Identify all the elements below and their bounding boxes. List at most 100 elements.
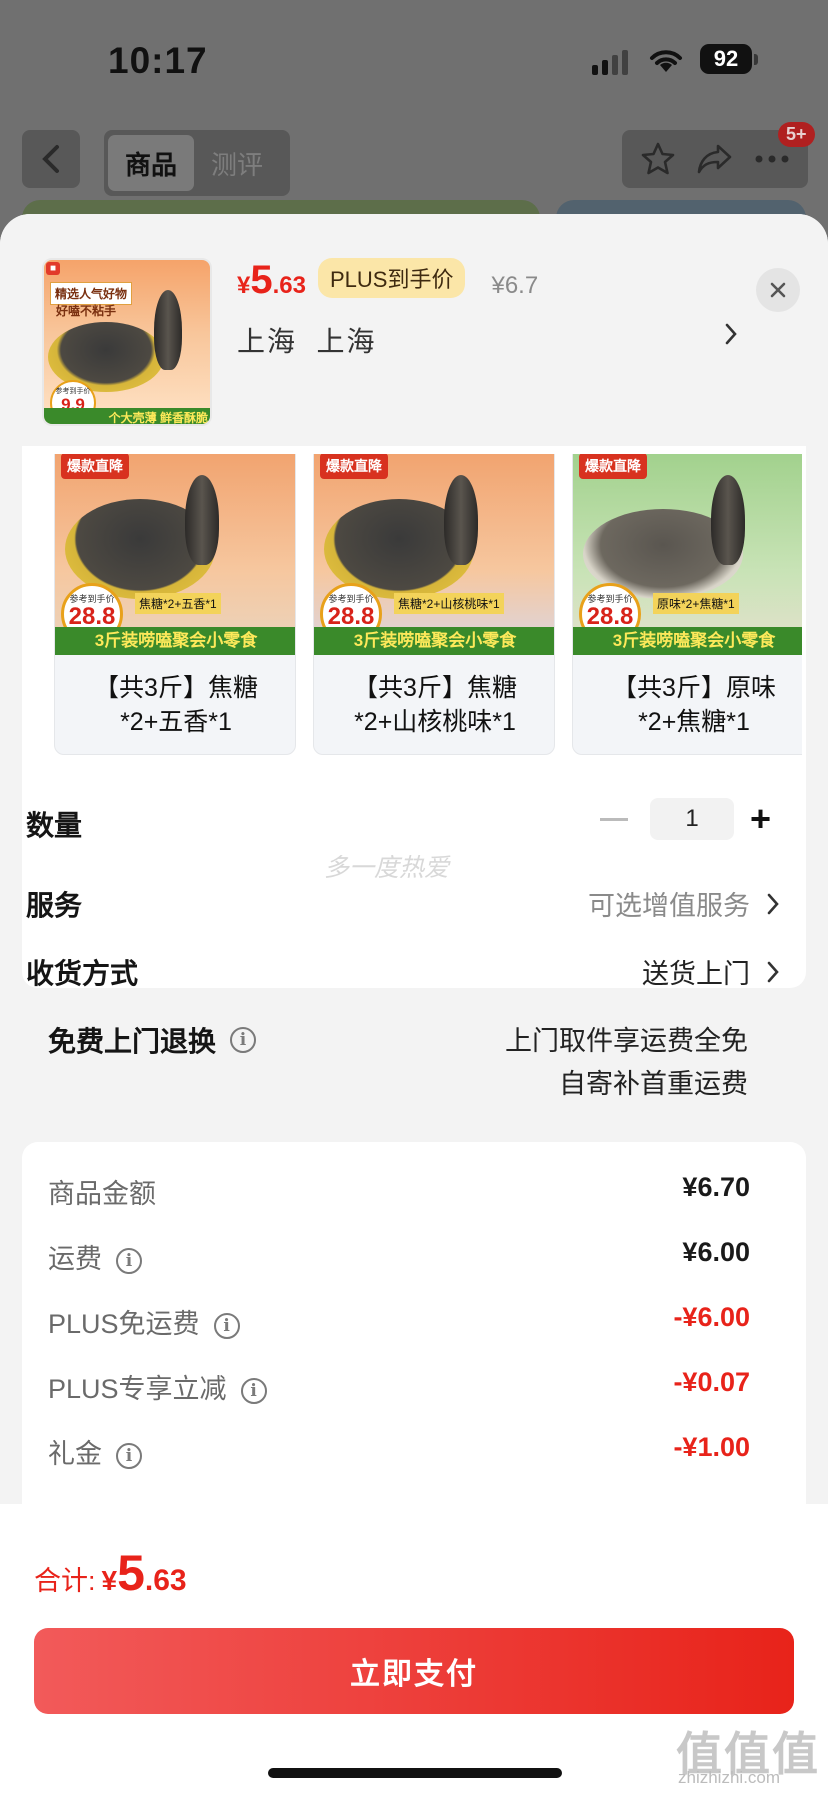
fee-row-value: ¥6.70 <box>682 1172 750 1202</box>
fee-label-text: 运费 <box>48 1244 102 1274</box>
star-icon[interactable] <box>640 141 676 177</box>
pay-now-button[interactable]: 立即支付 <box>34 1628 794 1714</box>
fee-row-label: PLUS专享立减 i <box>48 1367 267 1406</box>
variant-label: 【共3斤】焦糖*2+五香*1 <box>94 674 258 736</box>
share-icon[interactable] <box>696 142 734 176</box>
original-price: ¥6.7 <box>491 272 539 299</box>
variant-banner: 3斤装唠嗑聚会小零食 <box>55 627 295 655</box>
chevron-right-icon <box>767 961 779 982</box>
ref-price-value: 28.8 <box>327 603 375 630</box>
status-time: 10:17 <box>108 40 208 81</box>
increment-button[interactable]: + <box>750 798 771 840</box>
fee-row-value: -¥0.07 <box>673 1367 750 1397</box>
fee-label-text: 礼金 <box>48 1439 102 1469</box>
info-icon[interactable]: i <box>230 1027 257 1053</box>
variant-image: 爆款直降 参考到手价 28.8 原味*2+焦糖*1 3斤装唠嗑聚会小零食 <box>573 454 802 655</box>
background-page: 10:17 92 商品 测评 5+ <box>0 0 828 240</box>
free-return-line2: 自寄补首重运费 <box>559 1069 748 1099</box>
quantity-stepper: 1 + <box>600 798 771 840</box>
service-value: 可选增值服务 <box>588 891 750 921</box>
battery-indicator: 92 <box>700 44 752 74</box>
thumb-bottom-banner: 个大壳薄 鲜香酥脆 <box>44 408 210 424</box>
service-label: 服务 <box>26 890 83 921</box>
delivery-method-label: 收货方式 <box>26 958 139 989</box>
chevron-left-icon <box>42 145 59 173</box>
battery-nub <box>754 54 758 65</box>
fee-row-value: -¥6.00 <box>673 1302 750 1332</box>
delivery-method-value: 送货上门 <box>642 959 750 989</box>
variant-image-caption: 原味*2+焦糖*1 <box>653 593 739 614</box>
variant-badge: 爆款直降 <box>579 454 647 479</box>
price-row: ¥5.63 PLUS到手价 ¥6.7 <box>237 258 538 304</box>
watermark: 多一度热爱 <box>324 854 450 882</box>
more-icon[interactable] <box>754 154 790 164</box>
ref-price-value: 28.8 <box>586 603 634 630</box>
variant-badge: 爆款直降 <box>61 454 129 479</box>
status-bar: 10:17 92 <box>0 36 828 86</box>
chevron-right-icon <box>767 893 779 914</box>
free-return-line1: 上门取件享运费全免 <box>505 1026 748 1056</box>
close-button[interactable] <box>756 268 800 312</box>
sunflower-seed-image <box>444 475 478 565</box>
top-nav-bar: 商品 测评 5+ <box>0 122 828 196</box>
close-icon <box>770 282 786 298</box>
sheet-header: ■ 精选人气好物 好嗑不粘手 参考到手价 9.9 个大壳薄 鲜香酥脆 ¥5.63… <box>0 214 828 446</box>
decrement-button[interactable] <box>600 817 628 821</box>
ref-price-value: 28.8 <box>68 603 116 630</box>
fee-row-label: 商品金额 <box>48 1172 156 1211</box>
variant-banner: 3斤装唠嗑聚会小零食 <box>573 627 802 655</box>
wifi-icon <box>650 50 682 72</box>
tab-product[interactable]: 商品 <box>108 135 194 191</box>
sunflower-seed-image <box>154 290 182 370</box>
site-watermark-url: zhizhizhi.com <box>678 1768 781 1787</box>
free-return-value: 上门取件享运费全免 自寄补首重运费 <box>505 1020 748 1106</box>
price-decimal: .63 <box>272 272 306 299</box>
free-return-label: 免费上门退换 <box>48 1026 217 1057</box>
quantity-input[interactable]: 1 <box>650 798 734 840</box>
purchase-sheet: 爆款直降 参考到手价 28.8 焦糖*2+五香*1 3斤装唠嗑聚会小零食 【共3… <box>0 214 828 1796</box>
fee-label-text: PLUS免运费 <box>48 1309 200 1339</box>
product-thumbnail[interactable]: ■ 精选人气好物 好嗑不粘手 参考到手价 9.9 个大壳薄 鲜香酥脆 <box>42 258 212 426</box>
variant-image: 爆款直降 参考到手价 28.8 焦糖*2+山核桃味*1 3斤装唠嗑聚会小零食 <box>314 454 554 655</box>
cellular-signal-icon <box>592 50 628 75</box>
total-currency: ¥ <box>101 1565 118 1596</box>
fee-row-label: 运费 i <box>48 1237 142 1276</box>
delivery-address[interactable]: 上海 上海 <box>237 320 377 360</box>
fee-label-text: 商品金额 <box>48 1179 156 1209</box>
variant-option[interactable]: 爆款直降 参考到手价 28.8 原味*2+焦糖*1 3斤装唠嗑聚会小零食 【共3… <box>572 454 802 755</box>
tab-review[interactable]: 测评 <box>194 135 280 191</box>
sunflower-seed-image <box>711 475 745 565</box>
fee-card: 商品金额 ¥6.70 运费 i ¥6.00 PLUS免运费 i -¥6.00 PLU… <box>22 1142 806 1542</box>
variant-image-caption: 焦糖*2+山核桃味*1 <box>394 593 504 614</box>
variant-option[interactable]: 爆款直降 参考到手价 28.8 焦糖*2+五香*1 3斤装唠嗑聚会小零食 【共3… <box>54 454 296 755</box>
fee-row-label: PLUS免运费 i <box>48 1302 240 1341</box>
fee-row-label: 礼金 i <box>48 1432 142 1471</box>
total-decimal: .63 <box>144 1564 187 1597</box>
back-button[interactable] <box>22 130 80 188</box>
info-icon[interactable]: i <box>213 1312 240 1339</box>
variant-label: 【共3斤】原味*2+焦糖*1 <box>612 674 776 736</box>
variant-option[interactable]: 爆款直降 参考到手价 28.8 焦糖*2+山核桃味*1 3斤装唠嗑聚会小零食 【… <box>313 454 555 755</box>
variant-badge: 爆款直降 <box>320 454 388 479</box>
fee-row-value: ¥6.00 <box>682 1237 750 1267</box>
service-selector[interactable]: 可选增值服务 <box>588 884 780 923</box>
home-indicator[interactable] <box>268 1768 562 1778</box>
free-return-row: 免费上门退换 i <box>48 1020 257 1060</box>
info-icon[interactable]: i <box>116 1442 142 1469</box>
price-currency: ¥ <box>237 272 251 299</box>
info-icon[interactable]: i <box>240 1377 267 1404</box>
info-icon[interactable]: i <box>116 1247 142 1274</box>
chevron-right-icon[interactable] <box>724 322 738 346</box>
total-label: 合计: <box>34 1566 96 1596</box>
checkout-footer: 合计: ¥5.63 立即支付 值值值 zhizhizhi.com <box>0 1504 828 1796</box>
total-price: 合计: ¥5.63 <box>34 1544 187 1602</box>
variant-list: 爆款直降 参考到手价 28.8 焦糖*2+五香*1 3斤装唠嗑聚会小零食 【共3… <box>32 454 802 764</box>
total-integer: 5 <box>117 1545 145 1601</box>
variant-image-caption: 焦糖*2+五香*1 <box>135 593 221 614</box>
current-price: ¥5.63 <box>237 258 306 303</box>
variant-image: 爆款直降 参考到手价 28.8 焦糖*2+五香*1 3斤装唠嗑聚会小零食 <box>55 454 295 655</box>
sunflower-seed-image <box>185 475 219 565</box>
quantity-label: 数量 <box>26 810 83 841</box>
plus-price-tag: PLUS到手价 <box>317 258 466 298</box>
delivery-method-selector[interactable]: 送货上门 <box>642 952 780 991</box>
